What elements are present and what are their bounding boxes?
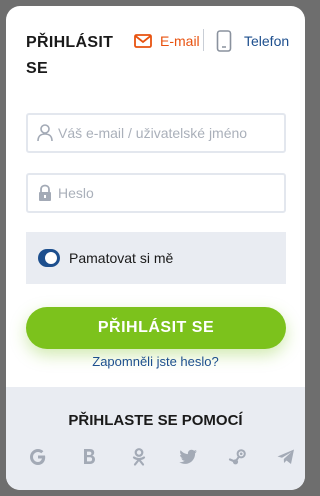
- tab-phone[interactable]: Telefon: [214, 28, 302, 58]
- login-card: PŘIHLÁSIT SE E-mail Telefon Váš e-mail /…: [6, 6, 305, 490]
- forgot-password-link[interactable]: Zapomněli jste heslo?: [6, 354, 305, 369]
- steam-icon[interactable]: [226, 447, 250, 471]
- b-icon[interactable]: [77, 447, 101, 471]
- odnoklassniki-icon[interactable]: [127, 447, 151, 471]
- remember-me-row: Pamatovat si mě: [26, 232, 286, 284]
- remember-me-toggle[interactable]: [38, 249, 60, 267]
- login-title: PŘIHLÁSIT SE: [26, 34, 114, 77]
- twitter-icon[interactable]: [176, 447, 200, 471]
- social-login-section: PŘIHLASTE SE POMOCÍ: [6, 387, 305, 490]
- login-submit-button[interactable]: PŘIHLÁSIT SE: [26, 307, 286, 349]
- tab-divider: [203, 29, 204, 51]
- toggle-knob: [45, 252, 57, 264]
- password-field: [26, 173, 286, 213]
- password-input[interactable]: [58, 175, 280, 211]
- remember-me-label: Pamatovat si mě: [69, 250, 174, 266]
- google-icon[interactable]: [26, 447, 50, 471]
- lock-icon: [37, 184, 53, 207]
- social-icons-row: [6, 447, 305, 471]
- social-login-heading: PŘIHLASTE SE POMOCÍ: [68, 412, 243, 429]
- tab-email[interactable]: E-mail: [132, 30, 204, 70]
- email-input[interactable]: [58, 115, 280, 151]
- email-field: [26, 113, 286, 153]
- login-header: PŘIHLÁSIT SE E-mail Telefon: [6, 6, 305, 86]
- tab-phone-label: Telefon: [244, 33, 290, 49]
- phone-icon: [216, 30, 232, 57]
- tab-email-label: E-mail: [160, 33, 200, 49]
- telegram-icon[interactable]: [274, 447, 298, 471]
- envelope-icon: [134, 34, 152, 53]
- user-icon: [37, 124, 53, 147]
